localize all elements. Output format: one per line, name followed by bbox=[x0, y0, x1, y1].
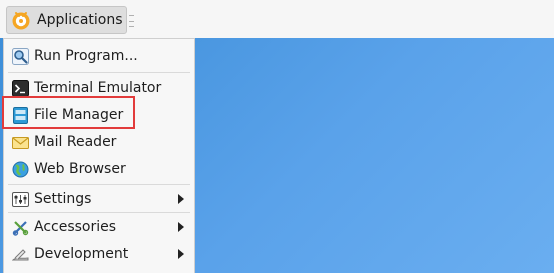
screen: Applications Run Program... Terminal Emu… bbox=[0, 0, 554, 273]
menu-item-development[interactable]: Development bbox=[6, 241, 192, 267]
menu-item-web-browser[interactable]: Web Browser bbox=[6, 156, 192, 182]
settings-icon bbox=[12, 191, 29, 208]
menu-item-label: Web Browser bbox=[34, 161, 126, 177]
menu-separator bbox=[8, 212, 190, 213]
web-browser-icon bbox=[12, 161, 29, 178]
terminal-icon bbox=[12, 79, 29, 97]
menu-item-label: Mail Reader bbox=[34, 134, 117, 150]
menu-item-accessories[interactable]: Accessories bbox=[6, 214, 192, 240]
submenu-arrow-icon bbox=[178, 249, 184, 259]
menu-separator bbox=[8, 184, 190, 185]
top-panel: Applications bbox=[0, 0, 554, 38]
menu-item-mail-reader[interactable]: Mail Reader bbox=[6, 129, 192, 155]
menu-item-label: Development bbox=[34, 246, 129, 262]
xfce-mouse-logo-icon bbox=[10, 9, 32, 31]
menu-item-label: Run Program... bbox=[34, 48, 138, 64]
menu-item-settings[interactable]: Settings bbox=[6, 186, 192, 212]
menu-item-label: Accessories bbox=[34, 219, 117, 235]
accessories-icon bbox=[12, 219, 29, 236]
menu-separator bbox=[8, 72, 190, 73]
menu-item-label: Terminal Emulator bbox=[34, 80, 162, 96]
submenu-arrow-icon bbox=[178, 194, 184, 204]
submenu-arrow-icon bbox=[178, 222, 184, 232]
applications-menu: Run Program... Terminal Emulator File Ma… bbox=[3, 38, 195, 273]
file-manager-highlight-box bbox=[2, 96, 135, 129]
menu-item-run-program[interactable]: Run Program... bbox=[6, 43, 192, 69]
mail-icon bbox=[12, 134, 29, 151]
applications-label: Applications bbox=[37, 12, 123, 28]
applications-menu-button[interactable]: Applications bbox=[6, 6, 127, 34]
panel-handle[interactable] bbox=[129, 15, 134, 27]
run-program-icon bbox=[12, 47, 29, 65]
development-icon bbox=[11, 246, 29, 263]
menu-item-label: Settings bbox=[34, 191, 92, 207]
